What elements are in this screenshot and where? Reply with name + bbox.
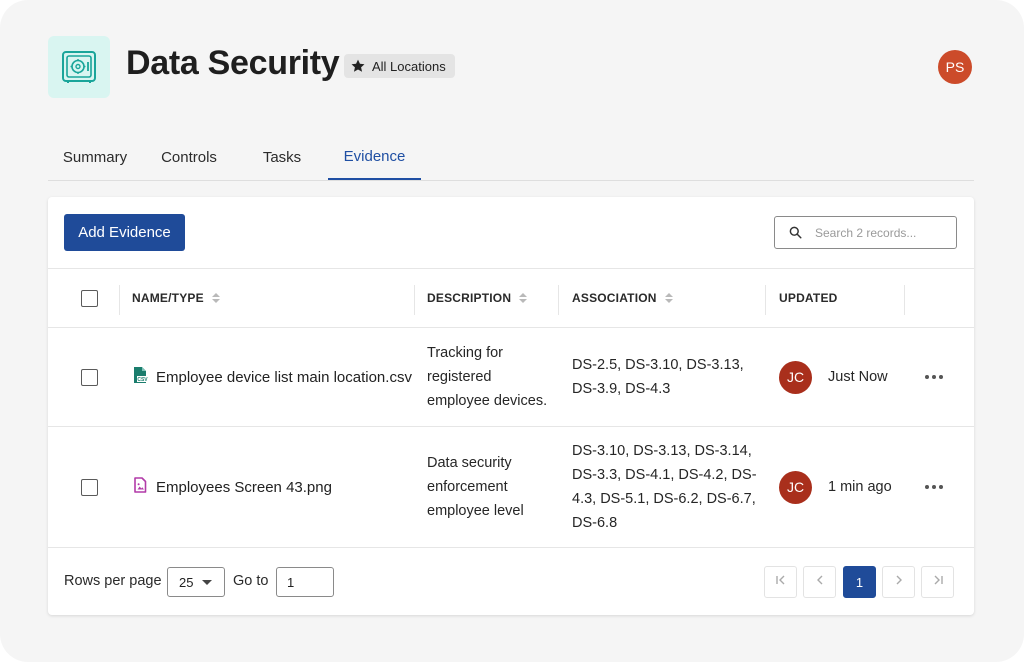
association-line: DS-6.8 [572, 515, 618, 531]
association-line: 4.3, DS-5.1, DS-6.2, DS-6.7, [572, 491, 756, 507]
column-header-description-label: DESCRIPTION [427, 291, 512, 305]
evidence-card: Add Evidence NAME/TYPE DESCRIPTION [48, 197, 974, 615]
previous-page-button[interactable] [803, 566, 836, 598]
tab-evidence[interactable]: Evidence [328, 134, 421, 180]
last-page-icon [932, 573, 944, 591]
association-line: DS-3.10, DS-3.13, DS-3.14, [572, 443, 752, 459]
column-header-association[interactable]: ASSOCIATION [572, 269, 673, 327]
search-icon [775, 226, 815, 239]
column-divider [904, 285, 905, 315]
app-frame: Data Security All Locations PS Summary C… [0, 0, 1024, 662]
row-checkbox[interactable] [81, 478, 98, 496]
avatar[interactable]: JC [779, 360, 812, 394]
description-line: employee level [427, 503, 524, 519]
file-name[interactable]: Employee device list main location.csv [156, 369, 412, 386]
association-line: DS-3.3, DS-4.1, DS-4.2, DS- [572, 467, 757, 483]
file-cell: CSV Employee device list main location.c… [132, 328, 412, 426]
first-page-button[interactable] [764, 566, 797, 598]
chevron-left-icon [814, 573, 826, 591]
svg-text:CSV: CSV [137, 377, 148, 383]
column-divider [558, 285, 559, 315]
more-options-icon[interactable] [923, 369, 945, 385]
safe-icon [48, 36, 110, 98]
sort-icon[interactable] [664, 293, 673, 303]
page-title: Data Security [126, 44, 340, 82]
description-cell: Data security enforcement employee level [427, 427, 524, 547]
last-page-button[interactable] [921, 566, 954, 598]
row-select-cell [81, 328, 98, 426]
association-cell: DS-2.5, DS-3.10, DS-3.13, DS-3.9, DS-4.3 [572, 328, 744, 426]
column-divider [414, 285, 415, 315]
first-page-icon [775, 573, 787, 591]
updated-time: 1 min ago [828, 479, 892, 495]
table-row[interactable]: CSV Employee device list main location.c… [48, 328, 974, 427]
goto-label: Go to [233, 573, 269, 589]
select-all-cell [81, 269, 98, 327]
updated-avatar-cell: JC [779, 328, 812, 426]
column-header-description[interactable]: DESCRIPTION [427, 269, 528, 327]
description-line: Data security [427, 455, 512, 471]
table-footer: Rows per page 25 Go to 1 [48, 548, 974, 615]
row-checkbox[interactable] [81, 368, 98, 386]
tab-controls[interactable]: Controls [152, 134, 226, 180]
rows-per-page-value: 25 [179, 574, 194, 590]
association-line: DS-2.5, DS-3.10, DS-3.13, [572, 357, 744, 373]
tab-bar: Summary Controls Tasks Evidence [48, 134, 974, 181]
table-row[interactable]: Employees Screen 43.png Data security en… [48, 427, 974, 548]
description-cell: Tracking for registered employee devices… [427, 328, 547, 426]
image-file-icon [132, 476, 148, 499]
table-header: NAME/TYPE DESCRIPTION ASSOCIATION UPDATE… [48, 268, 974, 328]
file-name[interactable]: Employees Screen 43.png [156, 479, 332, 496]
row-select-cell [81, 427, 98, 547]
sort-icon[interactable] [211, 293, 220, 303]
row-actions-cell [923, 427, 945, 547]
column-header-name[interactable]: NAME/TYPE [132, 269, 220, 327]
star-icon [350, 58, 366, 74]
file-cell: Employees Screen 43.png [132, 427, 332, 547]
column-header-name-label: NAME/TYPE [132, 291, 204, 305]
page-button-current[interactable]: 1 [843, 566, 876, 598]
add-evidence-button[interactable]: Add Evidence [64, 214, 185, 251]
association-cell: DS-3.10, DS-3.13, DS-3.14, DS-3.3, DS-4.… [572, 427, 757, 547]
avatar[interactable]: JC [779, 470, 812, 504]
column-header-association-label: ASSOCIATION [572, 291, 657, 305]
column-divider [119, 285, 120, 315]
location-badge[interactable]: All Locations [344, 54, 455, 78]
association-line: DS-3.9, DS-4.3 [572, 381, 671, 397]
updated-time: Just Now [828, 369, 888, 385]
description-line: enforcement [427, 479, 508, 495]
row-actions-cell [923, 328, 945, 426]
column-divider [765, 285, 766, 315]
column-header-updated: UPDATED [779, 269, 838, 327]
location-badge-label: All Locations [372, 58, 446, 74]
next-page-button[interactable] [882, 566, 915, 598]
rows-per-page-label: Rows per page [64, 573, 162, 589]
tab-summary[interactable]: Summary [58, 134, 132, 180]
sort-icon[interactable] [519, 293, 528, 303]
caret-down-icon [202, 579, 212, 585]
updated-avatar-cell: JC [779, 427, 812, 547]
more-options-icon[interactable] [923, 479, 945, 495]
column-header-updated-label: UPDATED [779, 291, 838, 305]
rows-per-page-select[interactable]: 25 [167, 567, 225, 597]
goto-page-input[interactable] [276, 567, 334, 597]
description-line: Tracking for [427, 345, 504, 361]
tab-tasks[interactable]: Tasks [248, 134, 316, 180]
user-avatar[interactable]: PS [938, 50, 972, 84]
search-box[interactable] [774, 216, 957, 249]
select-all-checkbox[interactable] [81, 289, 98, 307]
search-input[interactable] [815, 225, 951, 240]
chevron-right-icon [893, 573, 905, 591]
description-line: registered [427, 369, 492, 385]
csv-file-icon: CSV [132, 366, 148, 389]
description-line: employee devices. [427, 393, 548, 409]
